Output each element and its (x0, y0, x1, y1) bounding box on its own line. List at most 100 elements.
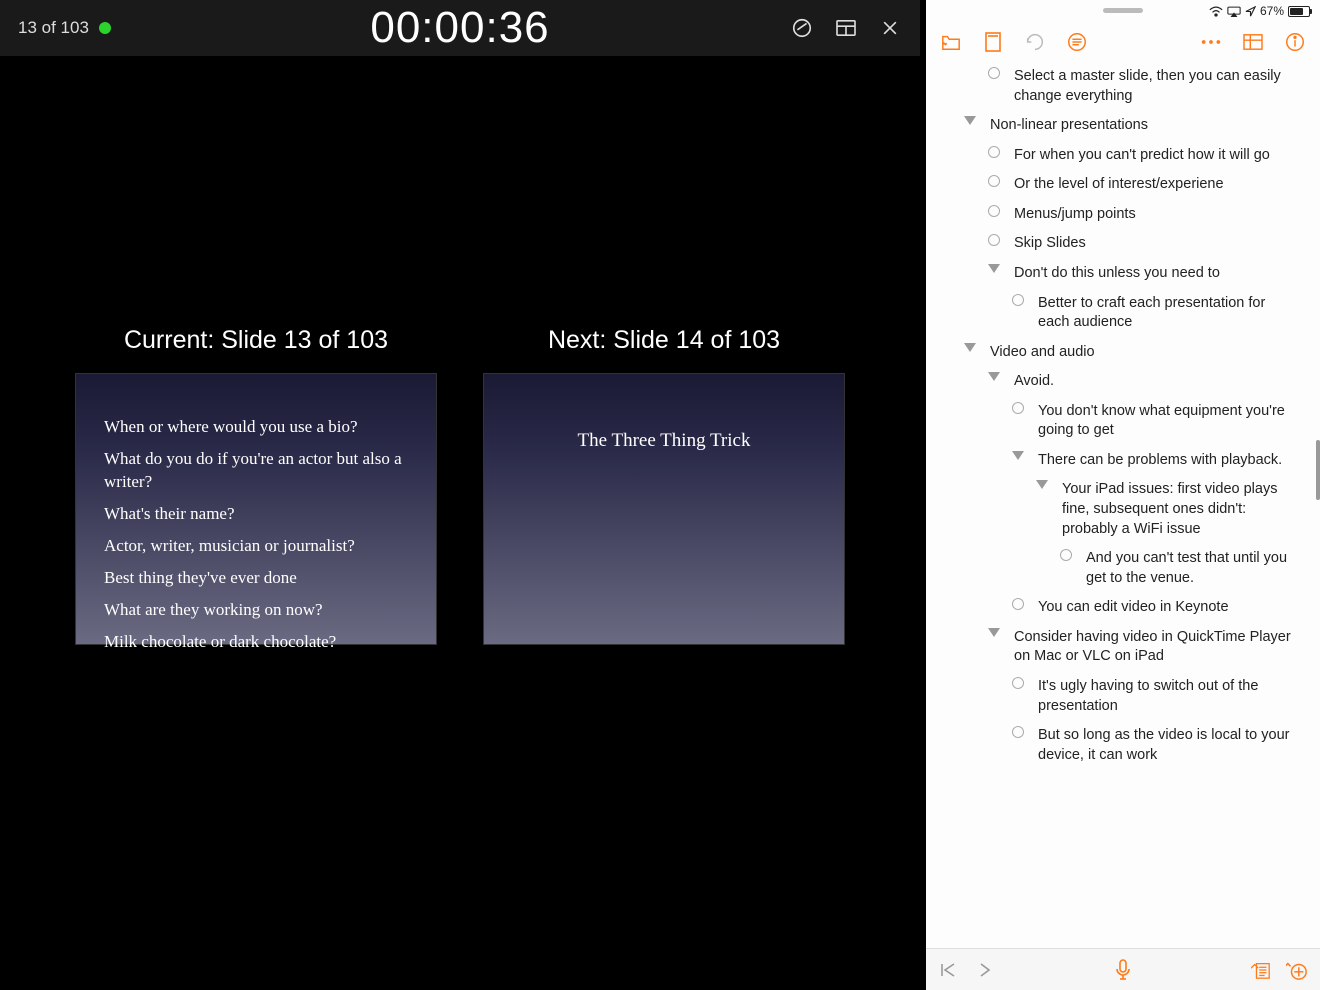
outline-row[interactable]: Skip Slides (926, 229, 1308, 259)
outline-row[interactable]: For when you can't predict how it will g… (926, 141, 1308, 171)
bullet-circle-icon (1056, 549, 1076, 561)
outline-text: Menus/jump points (1014, 205, 1308, 225)
disclosure-triangle-icon[interactable] (984, 372, 1004, 381)
layout-icon[interactable] (834, 16, 858, 40)
outline-row[interactable]: Select a master slide, then you can easi… (926, 62, 1308, 111)
microphone-icon[interactable] (1112, 959, 1134, 981)
outline-text: And you can't test that until you get to… (1086, 549, 1308, 588)
bullet-circle-icon (984, 234, 1004, 246)
battery-icon (1288, 6, 1310, 17)
next-slide-label: Next: Slide 14 of 103 (548, 326, 780, 355)
outline-text: You don't know what equipment you're goi… (1038, 402, 1308, 441)
close-icon[interactable] (878, 16, 902, 40)
next-slide-column: Next: Slide 14 of 103 The Three Thing Tr… (483, 326, 845, 645)
presentation-timer: 00:00:36 (370, 3, 549, 53)
outline-panel: 67% Select a master slide, then you can … (926, 0, 1320, 990)
bullet-circle-icon (984, 67, 1004, 79)
disclosure-triangle-icon[interactable] (984, 628, 1004, 637)
outline-text: Avoid. (1014, 372, 1308, 392)
outline-text: Or the level of interest/experiene (1014, 175, 1308, 195)
outline-row[interactable]: You can edit video in Keynote (926, 593, 1308, 623)
document-icon[interactable] (982, 31, 1004, 53)
location-icon (1245, 6, 1256, 17)
outline-text: Your iPad issues: first video plays fine… (1062, 480, 1308, 539)
outline-row[interactable]: Video and audio (926, 338, 1308, 368)
slides-preview-area: Current: Slide 13 of 103 When or where w… (0, 326, 920, 645)
presenter-panel: 13 of 103 00:00:36 Current: Slide 13 of … (0, 0, 920, 990)
next-slide-thumbnail[interactable]: The Three Thing Trick (483, 373, 845, 645)
slide-line: What are they working on now? (104, 599, 408, 622)
presenter-top-bar: 13 of 103 00:00:36 (0, 0, 920, 56)
bullet-circle-icon (984, 205, 1004, 217)
outline-text: Consider having video in QuickTime Playe… (1014, 628, 1308, 667)
bullet-circle-icon (1008, 598, 1028, 610)
bullet-circle-icon (984, 146, 1004, 158)
disclosure-triangle-icon[interactable] (1008, 451, 1028, 460)
outline-text: You can edit video in Keynote (1038, 598, 1308, 618)
bullet-circle-icon (1008, 677, 1028, 689)
outline-toolbar (926, 22, 1320, 62)
documents-icon[interactable] (940, 31, 962, 53)
outline-text: Better to craft each presentation for ea… (1038, 294, 1308, 333)
outline-text: Skip Slides (1014, 234, 1308, 254)
outline-row[interactable]: But so long as the video is local to you… (926, 721, 1308, 770)
outline-text: Select a master slide, then you can easi… (1014, 67, 1308, 106)
annotate-icon[interactable] (790, 16, 814, 40)
outline-row[interactable]: And you can't test that until you get to… (926, 544, 1308, 593)
bullet-circle-icon (1008, 726, 1028, 738)
undo-icon[interactable] (1024, 31, 1046, 53)
slide-line: When or where would you use a bio? (104, 416, 408, 439)
info-icon[interactable] (1284, 31, 1306, 53)
outline-text: Video and audio (990, 343, 1308, 363)
bullet-circle-icon (1008, 294, 1028, 306)
disclosure-triangle-icon[interactable] (960, 116, 980, 125)
wifi-icon (1209, 6, 1223, 17)
recording-indicator-icon (99, 22, 111, 34)
outline-row[interactable]: It's ugly having to switch out of the pr… (926, 672, 1308, 721)
outline-row[interactable]: Don't do this unless you need to (926, 259, 1308, 289)
slide-counter: 13 of 103 (18, 18, 111, 38)
battery-percent: 67% (1260, 4, 1284, 18)
current-slide-label: Current: Slide 13 of 103 (124, 326, 388, 355)
outline-text: But so long as the video is local to you… (1038, 726, 1308, 765)
current-slide-thumbnail[interactable]: When or where would you use a bio? What … (75, 373, 437, 645)
nav-next-icon[interactable] (974, 959, 996, 981)
outline-text: Don't do this unless you need to (1014, 264, 1308, 284)
nav-first-icon[interactable] (938, 959, 960, 981)
outline-row[interactable]: There can be problems with playback. (926, 446, 1308, 476)
bullet-circle-icon (1008, 402, 1028, 414)
outline-row[interactable]: Or the level of interest/experiene (926, 170, 1308, 200)
add-icon[interactable] (1286, 959, 1308, 981)
outline-row[interactable]: You don't know what equipment you're goi… (926, 397, 1308, 446)
app-grabber-icon[interactable] (1103, 8, 1143, 13)
disclosure-triangle-icon[interactable] (984, 264, 1004, 273)
outline-text: There can be problems with playback. (1038, 451, 1308, 471)
more-icon[interactable] (1200, 31, 1222, 53)
outline-body[interactable]: Select a master slide, then you can easi… (926, 62, 1320, 948)
presenter-toolbar (790, 16, 902, 40)
next-slide-title: The Three Thing Trick (578, 430, 751, 644)
slide-line: What's their name? (104, 503, 408, 526)
outline-row[interactable]: Avoid. (926, 367, 1308, 397)
outline-text: Non-linear presentations (990, 116, 1308, 136)
bottom-toolbar (926, 948, 1320, 990)
outline-row[interactable]: Your iPad issues: first video plays fine… (926, 475, 1308, 544)
outline-text: For when you can't predict how it will g… (1014, 146, 1308, 166)
disclosure-triangle-icon[interactable] (1032, 480, 1052, 489)
view-icon[interactable] (1242, 31, 1264, 53)
slide-line: Milk chocolate or dark chocolate? (104, 631, 408, 654)
outline-row[interactable]: Non-linear presentations (926, 111, 1308, 141)
disclosure-triangle-icon[interactable] (960, 343, 980, 352)
note-up-icon[interactable] (1250, 959, 1272, 981)
status-bar: 67% (926, 0, 1320, 22)
outline-row[interactable]: Menus/jump points (926, 200, 1308, 230)
outline-mode-icon[interactable] (1066, 31, 1088, 53)
slide-line: What do you do if you're an actor but al… (104, 448, 408, 494)
bullet-circle-icon (984, 175, 1004, 187)
outline-text: It's ugly having to switch out of the pr… (1038, 677, 1308, 716)
outline-row[interactable]: Better to craft each presentation for ea… (926, 289, 1308, 338)
scroll-indicator (1316, 440, 1320, 500)
slide-line: Actor, writer, musician or journalist? (104, 535, 408, 558)
slide-counter-text: 13 of 103 (18, 18, 89, 38)
outline-row[interactable]: Consider having video in QuickTime Playe… (926, 623, 1308, 672)
